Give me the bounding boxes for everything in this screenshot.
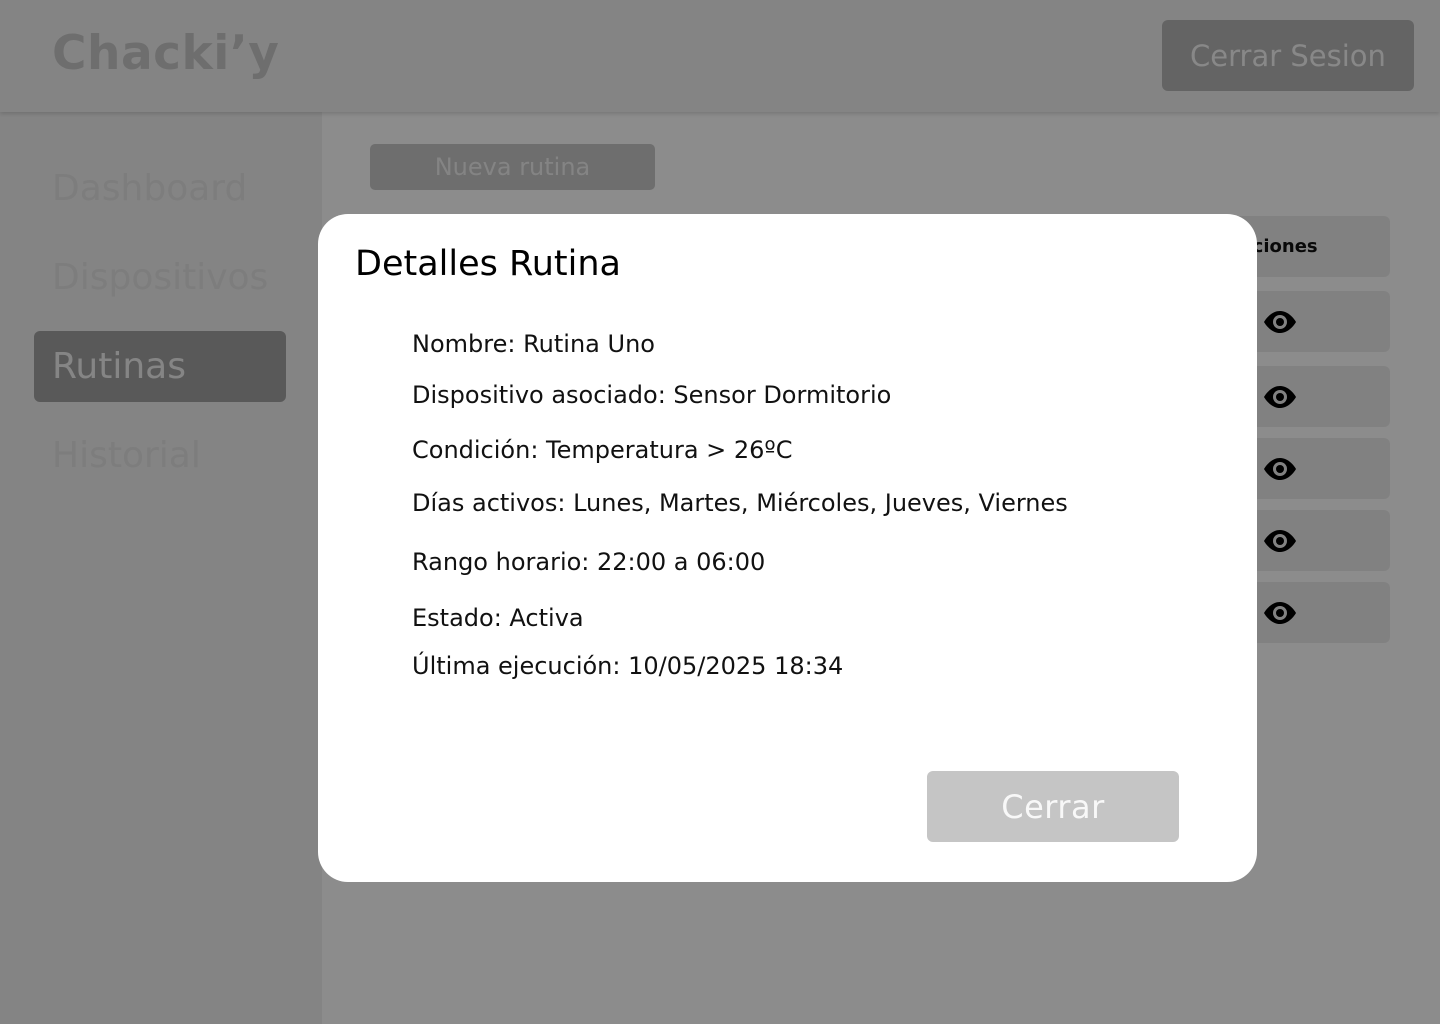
app-root: Chacki’y Cerrar Sesion Dashboard Disposi…: [0, 0, 1440, 1024]
modal-title: Detalles Rutina: [355, 244, 622, 284]
detail-estado: Estado: Activa: [412, 604, 584, 632]
detail-rango-horario: Rango horario: 22:00 a 06:00: [412, 548, 766, 576]
detail-dias-activos: Días activos: Lunes, Martes, Miércoles, …: [412, 489, 1068, 517]
detail-condicion: Condición: Temperatura > 26ºC: [412, 436, 793, 464]
close-button[interactable]: Cerrar: [927, 771, 1179, 842]
detail-nombre: Nombre: Rutina Uno: [412, 330, 655, 358]
detail-dispositivo: Dispositivo asociado: Sensor Dormitorio: [412, 381, 892, 409]
detail-ultima-ejecucion: Última ejecución: 10/05/2025 18:34: [412, 652, 844, 680]
routine-details-modal: Detalles Rutina Nombre: Rutina Uno Dispo…: [318, 214, 1257, 882]
